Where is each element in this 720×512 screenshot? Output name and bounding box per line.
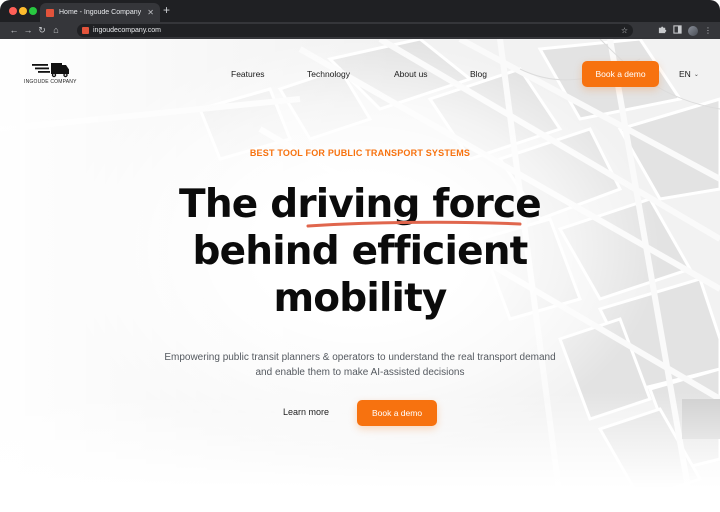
- minimize-window-button[interactable]: [19, 7, 27, 15]
- site-icon: [82, 27, 89, 34]
- hero-headline: The driving force behind efficient mobil…: [110, 181, 610, 322]
- headline-line-2: behind efficient: [192, 229, 528, 274]
- chevron-down-icon: ⌄: [693, 71, 699, 78]
- favicon-icon: [46, 8, 54, 17]
- nav-about-us[interactable]: About us: [394, 69, 428, 79]
- logo-text: INGOUDE COMPANY: [24, 79, 77, 85]
- kebab-menu-icon[interactable]: ⋮: [704, 26, 712, 35]
- learn-more-link[interactable]: Learn more: [283, 407, 329, 417]
- address-bar[interactable]: ingoudecompany.com ☆: [77, 24, 633, 37]
- language-selector[interactable]: EN ⌄: [679, 69, 699, 79]
- hero-book-demo-button[interactable]: Book a demo: [357, 400, 437, 426]
- reload-icon[interactable]: ↻: [35, 22, 49, 39]
- browser-window: Home - Ingoude Company ✕ + ← → ↻ ⌂ ingou…: [0, 0, 720, 512]
- webpage: INGOUDE COMPANY Features Technology Abou…: [0, 39, 720, 512]
- forward-arrow-icon[interactable]: →: [21, 22, 35, 39]
- tab-title: Home - Ingoude Company: [59, 9, 142, 16]
- sidebar-icon[interactable]: [673, 25, 682, 36]
- nav-blog[interactable]: Blog: [470, 69, 487, 79]
- nav-features[interactable]: Features: [231, 69, 265, 79]
- toolbar-icons: ⋮: [658, 22, 712, 39]
- hero-subtitle: Empowering public transit planners & ope…: [164, 352, 556, 378]
- active-tab[interactable]: Home - Ingoude Company ✕: [40, 3, 160, 22]
- header-book-demo-button[interactable]: Book a demo: [582, 61, 659, 87]
- bookmark-star-icon[interactable]: ☆: [621, 26, 628, 35]
- nav-technology[interactable]: Technology: [307, 69, 350, 79]
- language-label: EN: [679, 69, 691, 79]
- hero-eyebrow: BEST TOOL FOR PUBLIC TRANSPORT SYSTEMS: [249, 148, 471, 158]
- browser-toolbar: ← → ↻ ⌂ ingoudecompany.com ☆ ⋮: [0, 22, 720, 39]
- puzzle-icon[interactable]: [658, 25, 667, 36]
- back-arrow-icon[interactable]: ←: [7, 22, 21, 39]
- tab-bar: Home - Ingoude Company ✕ +: [0, 0, 720, 22]
- headline-line-3: mobility: [273, 276, 447, 321]
- close-window-button[interactable]: [9, 7, 17, 15]
- profile-avatar[interactable]: [688, 25, 698, 36]
- new-tab-button[interactable]: +: [163, 4, 170, 16]
- maximize-window-button[interactable]: [29, 7, 37, 15]
- home-icon[interactable]: ⌂: [49, 22, 63, 39]
- headline-underline-accent: [306, 220, 522, 228]
- url-text[interactable]: ingoudecompany.com: [93, 27, 621, 34]
- tab-close-icon[interactable]: ✕: [147, 8, 154, 17]
